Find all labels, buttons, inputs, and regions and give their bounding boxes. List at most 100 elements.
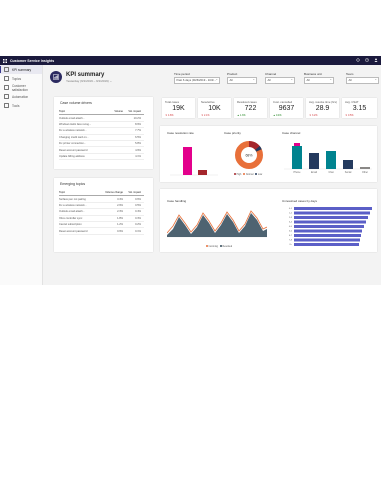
- topic-cell: Changing credit card on...: [59, 135, 89, 139]
- kpi-label: Avg. CSAT: [345, 100, 359, 104]
- filter-label: Business unit: [304, 72, 322, 76]
- legend-label: Resolved: [222, 246, 233, 248]
- bar-phone[interactable]: [292, 146, 302, 169]
- column-header[interactable]: Volume: [99, 110, 123, 113]
- impact-cell: 0.1%: [135, 229, 141, 233]
- kpi-label: Avg. resolve time (hrs): [309, 100, 337, 104]
- y-tick-label: 5-6: [289, 231, 293, 233]
- help-icon[interactable]: ?: [365, 58, 369, 62]
- kpi-trend: ▼ 2.1%: [201, 114, 209, 117]
- y-tick-label: 0-1: [289, 208, 293, 210]
- legend-item: Incoming: [206, 245, 218, 248]
- topic-cell: Windows Hello face recog...: [59, 122, 92, 126]
- x-tick-label: Phone: [294, 171, 302, 174]
- trend-chart-title: Case handling: [167, 199, 187, 203]
- filter-bar: Time period Past 6 days (9/26/2019 - 10/…: [174, 72, 381, 84]
- kpi-label: Cust. cancelled: [273, 100, 293, 104]
- kpi-trend: ▼ 0.5%: [345, 114, 353, 117]
- bar-row[interactable]: [294, 243, 359, 246]
- bar-row[interactable]: [294, 207, 372, 210]
- account-icon[interactable]: [374, 58, 378, 62]
- channel-dropdown[interactable]: All: [265, 77, 295, 84]
- bar-row[interactable]: [294, 238, 360, 242]
- sidebar-item-tools[interactable]: Tools: [0, 101, 42, 110]
- priority-donut-chart: 68%: [235, 141, 263, 169]
- kpi-tile-resolve-time[interactable]: Avg. resolve time (hrs) 28.9 ▼ 3.2%: [306, 98, 339, 118]
- trend-legend: Incoming Resolved: [206, 245, 232, 248]
- business-unit-dropdown[interactable]: All: [304, 77, 334, 84]
- impact-cell: 7.7%: [135, 129, 141, 133]
- table-row[interactable]: Update billing address 4.1%: [59, 154, 144, 161]
- bar-row[interactable]: [294, 229, 362, 233]
- emerging-table: Topic Volume change Vol. impact Surface …: [59, 190, 144, 235]
- bar-row[interactable]: [294, 216, 368, 219]
- kpi-value: 9637: [278, 105, 295, 112]
- kpi-tile-csat[interactable]: Avg. CSAT 3.15 ▼ 0.5%: [342, 98, 377, 118]
- impact-cell: 6.5%: [135, 135, 141, 139]
- kpi-value: 722: [244, 105, 257, 112]
- topics-card: Case volume drivers Topic Volume Vol. im…: [54, 97, 153, 169]
- filter-product: Product All: [227, 72, 257, 84]
- channel-bar-chart: Phone Email Chat Social Other: [284, 143, 372, 174]
- settings-icon[interactable]: [356, 58, 360, 62]
- kpi-tile-new-active[interactable]: New/active 10K ▼ 2.1%: [198, 98, 231, 118]
- bar-row[interactable]: [294, 220, 366, 224]
- sidebar-item-customer-satisfaction[interactable]: Customer satisfaction: [0, 83, 42, 92]
- change-cell: 2.9%: [117, 203, 123, 207]
- kpi-summary-icon: [50, 71, 62, 83]
- sidebar-item-kpi-summary[interactable]: KPI summary: [0, 65, 42, 74]
- column-header[interactable]: Topic: [59, 110, 99, 113]
- bar-open[interactable]: [183, 147, 192, 175]
- topic-cell: Xbox controller sync: [59, 216, 83, 220]
- column-header[interactable]: Vol. impact: [123, 110, 141, 113]
- bar-resolved[interactable]: [198, 170, 207, 175]
- date-range-picker[interactable]: Yesterday (9/1/2019 – 9/1/2019) ⌄: [66, 79, 112, 83]
- column-header[interactable]: Volume change: [99, 191, 123, 194]
- bar-social[interactable]: [343, 160, 353, 169]
- filter-label: Channel: [265, 72, 277, 76]
- kpi-value: 28.9: [315, 105, 330, 112]
- tools-icon: [4, 103, 9, 108]
- topic-cell: Fix a wireless network...: [59, 203, 87, 207]
- sidebar-item-label: Tools: [12, 103, 20, 108]
- kpi-trend-value: ▼ 3.2%: [309, 113, 318, 117]
- kpi-tile-cancelled[interactable]: Cust. cancelled 9637 ▲ 0.4%: [270, 98, 303, 118]
- time-period-dropdown[interactable]: Past 6 days (9/26/2019 - 10/2/...: [174, 77, 220, 84]
- bar-phone-highlight[interactable]: [294, 143, 300, 146]
- kpi-tile-total-cases[interactable]: Total cases 19K ▼ 4.8%: [162, 98, 195, 118]
- app-launcher-icon[interactable]: [3, 58, 7, 63]
- sidebar-item-automation[interactable]: Automation: [0, 92, 42, 101]
- sidebar-item-topics[interactable]: Topics: [0, 74, 42, 83]
- filter-team: Team All: [346, 72, 379, 84]
- legend-label: High: [236, 174, 242, 176]
- bar-row[interactable]: [294, 234, 361, 237]
- impact-cell: 10.2%: [133, 116, 141, 120]
- svg-text:?: ?: [366, 59, 368, 62]
- legend-label: Incoming: [208, 246, 218, 248]
- bar-other[interactable]: [360, 167, 370, 169]
- sidebar-item-label: Customer satisfaction: [11, 83, 28, 92]
- y-tick-label: 3-4: [289, 222, 293, 224]
- kpi-trend: ▲ 0.4%: [273, 114, 281, 117]
- column-header[interactable]: Vol. impact: [123, 191, 141, 194]
- area-resolved[interactable]: [167, 213, 267, 237]
- legend-item: Resolved: [219, 245, 233, 248]
- legend-item: Low: [255, 173, 262, 176]
- column-header[interactable]: Topic: [59, 191, 99, 194]
- bar-row[interactable]: [294, 225, 364, 228]
- table-row[interactable]: Reset account password 0.9% 0.1%: [59, 228, 144, 235]
- unresolved-days-bar-chart: 0-1 1-2 2-3 3-4 4-5 5-6 6-7 7-8 8+: [289, 207, 372, 246]
- filter-channel: Channel All: [265, 72, 295, 84]
- product-dropdown[interactable]: All: [227, 77, 257, 84]
- impact-cell: 4.9%: [135, 148, 141, 152]
- bar-email[interactable]: [309, 153, 319, 169]
- trends-card: Case handling Incoming Resolved Unresolv…: [160, 189, 377, 252]
- bar-chat[interactable]: [326, 151, 336, 169]
- kpi-tile-resolved[interactable]: Resolved cases 722 ▲ 1.3%: [234, 98, 267, 118]
- kpi-trend-value: ▼ 2.1%: [201, 113, 210, 117]
- kpi-trend-value: ▲ 0.4%: [273, 113, 282, 117]
- emerging-topics-card: Emerging topics Topic Volume change Vol.…: [54, 178, 153, 252]
- x-tick-label: Other: [362, 171, 368, 174]
- bar-row[interactable]: [294, 211, 370, 215]
- team-dropdown[interactable]: All: [346, 77, 379, 84]
